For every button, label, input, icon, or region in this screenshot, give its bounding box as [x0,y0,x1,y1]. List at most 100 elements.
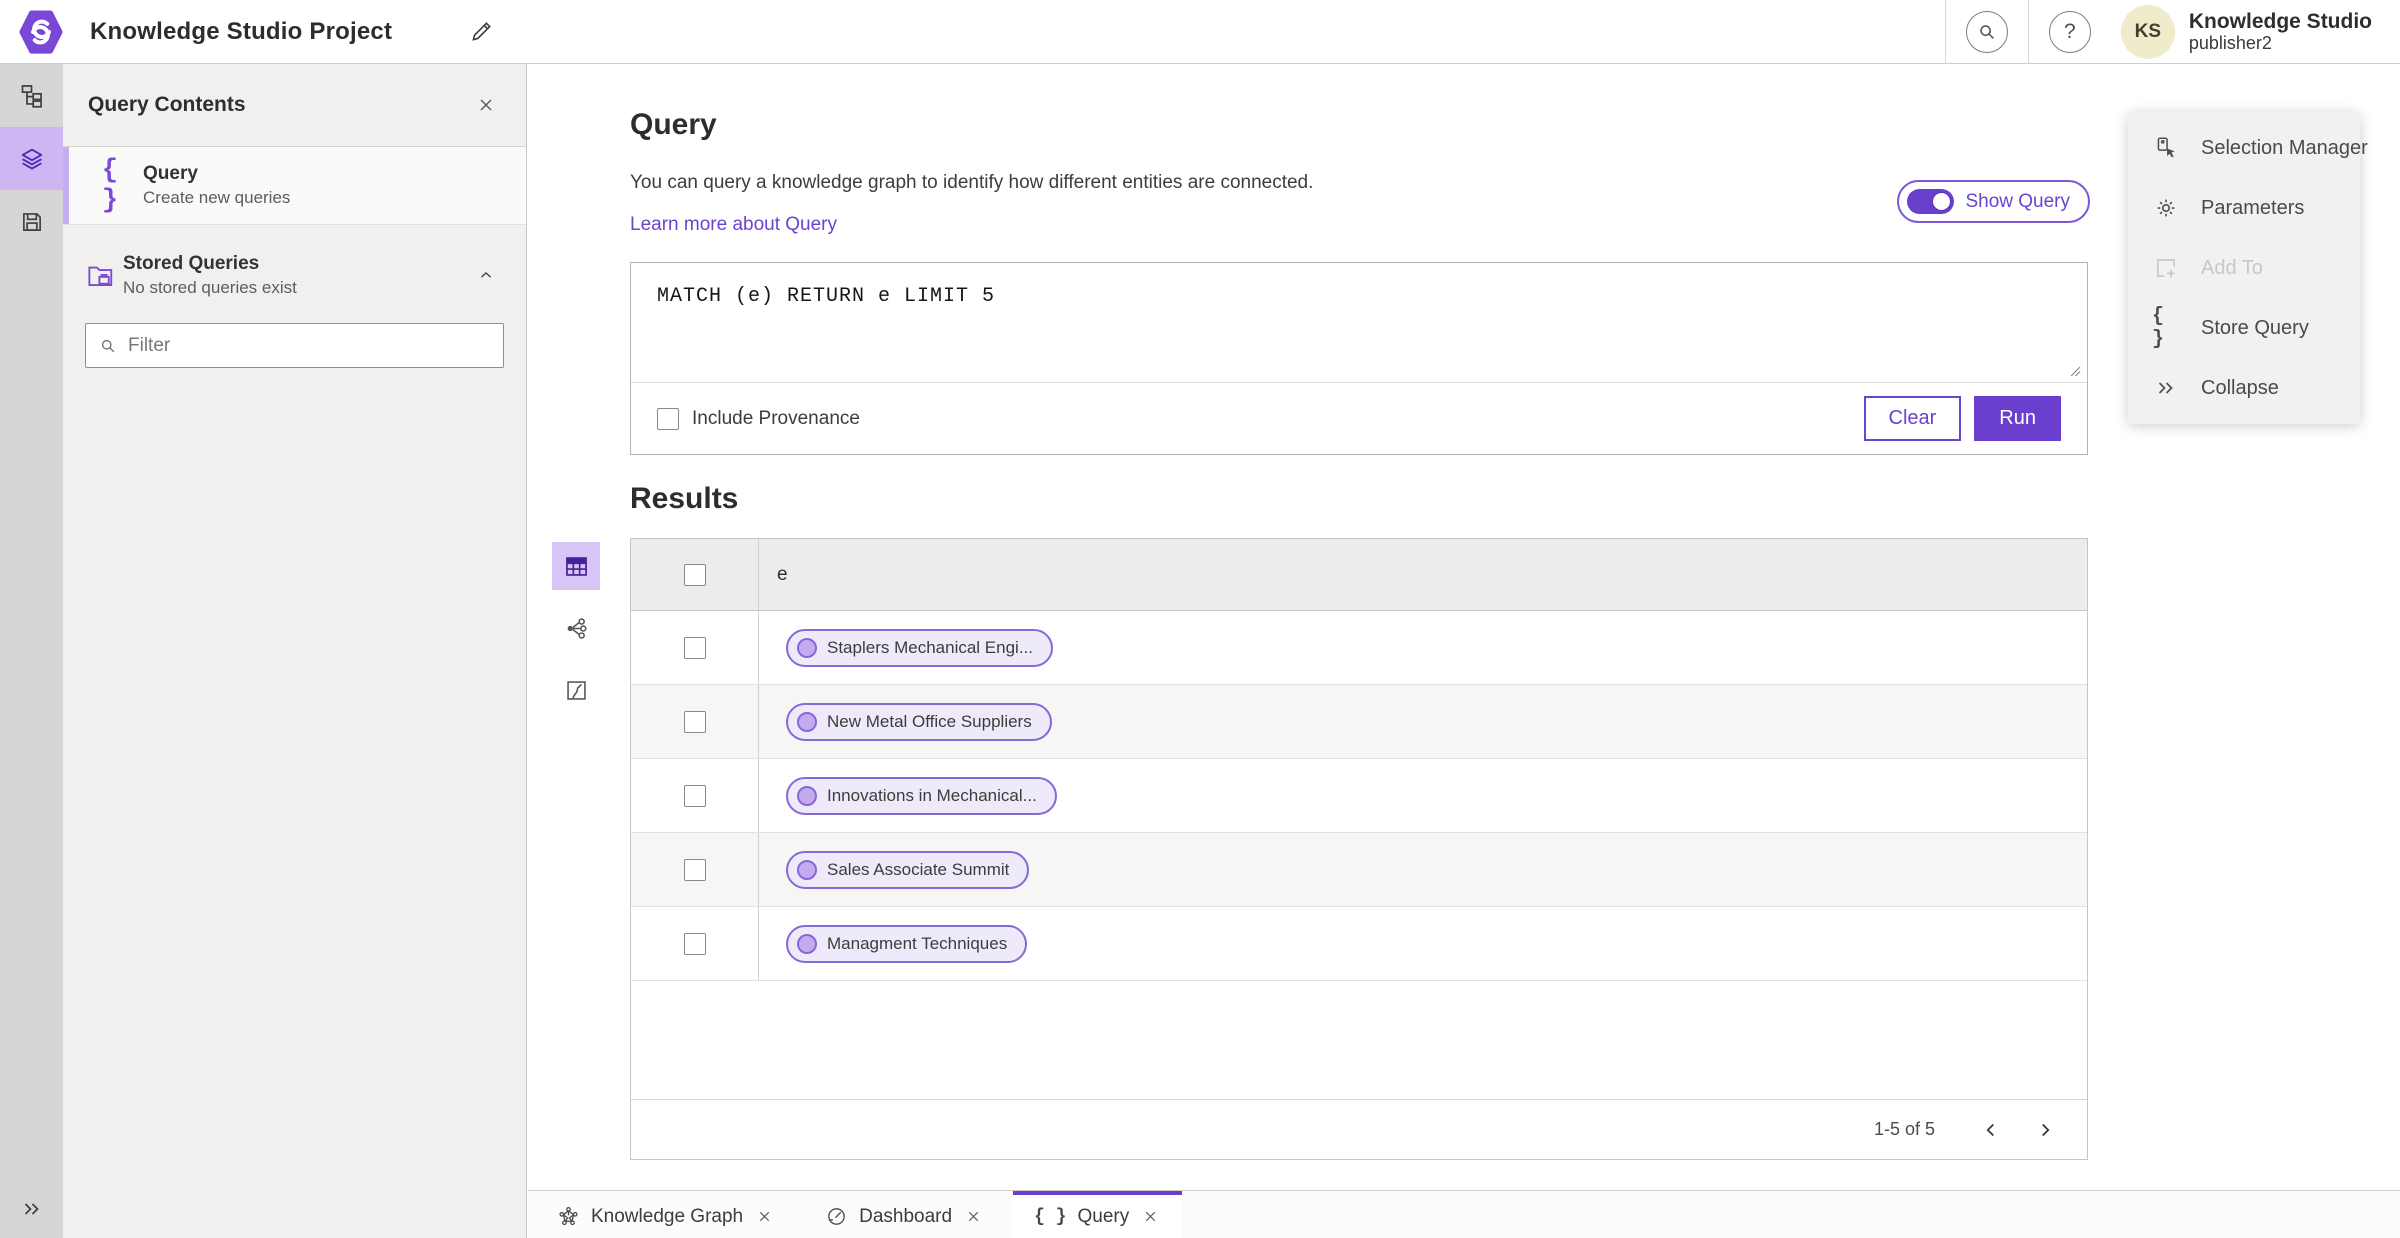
selected-indicator [63,147,69,224]
header-actions: ? KS Knowledge Studio publisher2 [1944,0,2400,64]
tab-knowledge-graph[interactable]: Knowledge Graph [536,1191,796,1238]
user-role: publisher2 [2188,33,2272,54]
filter-input[interactable] [128,334,491,357]
layers-icon [18,145,46,173]
link-chart-view-icon [563,615,590,642]
add-to-button: Add To [2128,238,2360,298]
table-row: Staplers Mechanical Engi... [631,611,2087,685]
toggle-switch-on [1907,189,1955,214]
table-view-button[interactable] [552,542,600,590]
contents-panel-title: Query Contents [88,93,246,116]
app-logo-icon[interactable] [18,9,64,55]
sidebar-item-stored-queries[interactable]: Stored Queries No stored queries exist [63,237,526,313]
close-tab-icon[interactable] [1140,1206,1161,1227]
entity-pill[interactable]: New Metal Office Suppliers [786,702,1052,741]
entity-dot-icon [797,711,817,732]
row-checkbox[interactable] [683,784,706,807]
user-info[interactable]: Knowledge Studio publisher2 [2189,10,2372,54]
resize-handle[interactable] [2069,365,2082,378]
page-title: Query [630,108,717,141]
entity-pill[interactable]: Staplers Mechanical Engi... [786,628,1053,667]
rail-expand-button[interactable] [0,1180,63,1238]
table-header-row: e [631,539,2087,611]
map-view-button[interactable] [552,666,600,714]
toggle-knob [1932,192,1952,211]
table-row: Sales Associate Summit [631,833,2087,907]
entity-label: Innovations in Mechanical... [827,785,1037,805]
results-title: Results [630,482,739,515]
chevron-right-icon [2034,1119,2056,1141]
learn-more-link[interactable]: Learn more about Query [630,214,837,236]
table-view-icon [563,553,590,580]
query-editor: MATCH (e) RETURN e LIMIT 5 Include Prove… [630,262,2088,455]
collapse-menu-button[interactable]: Collapse [2128,358,2360,418]
selection-manager-icon [2152,135,2179,161]
search-icon [1976,21,1998,43]
table-empty-area [631,981,2087,1099]
entity-pill[interactable]: Managment Techniques [786,924,1028,963]
entity-label: Managment Techniques [827,933,1008,953]
search-icon [98,336,118,356]
include-provenance-label[interactable]: Include Provenance [692,408,860,430]
row-checkbox[interactable] [683,932,706,955]
help-button[interactable]: ? [2048,10,2091,53]
row-checkbox[interactable] [683,636,706,659]
rail-layers-button[interactable] [0,127,63,190]
entity-pill[interactable]: Innovations in Mechanical... [786,776,1057,815]
select-all-checkbox[interactable] [683,563,706,586]
tab-dashboard[interactable]: Dashboard [804,1191,1005,1238]
entity-pill[interactable]: Sales Associate Summit [786,850,1030,889]
table-row: Managment Techniques [631,907,2087,981]
close-panel-button[interactable] [470,89,502,121]
data-model-icon [18,82,45,109]
pagination-range: 1-5 of 5 [1873,1119,1935,1139]
close-tab-icon[interactable] [963,1206,984,1227]
entity-dot-icon [797,859,817,880]
query-description: You can query a knowledge graph to ident… [630,172,1314,193]
stored-queries-subtitle: No stored queries exist [123,277,297,297]
rail-save-button[interactable] [0,190,63,253]
braces-icon: { } [1034,1206,1067,1227]
search-button[interactable] [1965,10,2008,53]
sidebar-item-query[interactable]: { } Query Create new queries [63,147,526,225]
pencil-icon [468,19,494,45]
project-title: Knowledge Studio Project [90,17,393,45]
link-chart-view-button[interactable] [552,604,600,652]
left-icon-rail [0,64,63,1238]
edit-title-button[interactable] [462,13,500,51]
chevron-left-icon [1980,1119,2002,1141]
show-query-label: Show Query [1965,190,2070,212]
tab-query[interactable]: { } Query [1013,1191,1183,1238]
run-button[interactable]: Run [1974,396,2061,441]
query-code-area[interactable]: MATCH (e) RETURN e LIMIT 5 [631,263,2087,383]
selection-manager-button[interactable]: Selection Manager [2128,118,2368,178]
chevron-up-icon [476,265,496,285]
column-header-e: e [777,563,788,585]
row-checkbox[interactable] [683,858,706,881]
query-editor-footer: Include Provenance Clear Run [631,383,2087,454]
expand-double-chevron-icon [20,1197,44,1221]
table-row: New Metal Office Suppliers [631,685,2087,759]
rail-data-model-button[interactable] [0,64,63,127]
table-pagination: 1-5 of 5 [631,1099,2087,1159]
include-provenance-checkbox[interactable] [657,407,679,430]
contents-panel-header: Query Contents [63,64,526,147]
collapse-section-button[interactable] [472,261,500,289]
clear-button[interactable]: Clear [1863,396,1962,441]
knowledge-graph-icon [557,1205,580,1228]
dashboard-gauge-icon [825,1205,848,1228]
store-query-button[interactable]: { } Store Query [2128,298,2360,358]
close-tab-icon[interactable] [754,1206,775,1227]
avatar[interactable]: KS [2120,4,2175,59]
previous-page-button[interactable] [1971,1110,2011,1150]
entity-label: New Metal Office Suppliers [827,711,1032,731]
query-item-title: Query [143,163,198,184]
entity-label: Sales Associate Summit [827,859,1010,879]
row-checkbox[interactable] [683,710,706,733]
next-page-button[interactable] [2025,1110,2065,1150]
results-view-switcher [552,542,600,714]
parameters-button[interactable]: Parameters [2128,178,2360,238]
show-query-toggle[interactable]: Show Query [1897,180,2090,223]
query-text[interactable]: MATCH (e) RETURN e LIMIT 5 [657,285,2061,308]
filter-field [85,323,504,368]
